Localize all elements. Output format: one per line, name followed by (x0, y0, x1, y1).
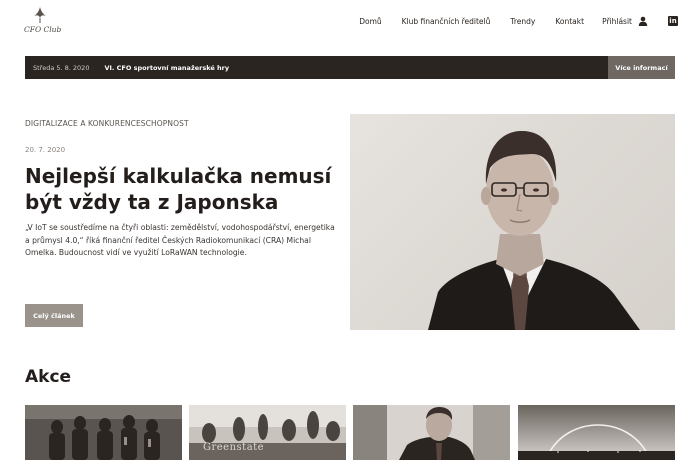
full-article-button[interactable]: Celý článek (25, 304, 83, 327)
nav-login[interactable]: Přihlásit (602, 17, 632, 26)
speaker-image (353, 405, 510, 460)
event-date: Středa 5. 8. 2020 (33, 63, 90, 72)
article-title[interactable]: Nejlepší kalkulačka nemusí být vždy ta z… (25, 163, 335, 215)
event-title[interactable]: VI. CFO sportovní manažerské hry (104, 64, 229, 72)
article-excerpt: „V IoT se soustředíme na čtyři oblasti: … (25, 223, 335, 258)
article-date: 20. 7. 2020 (25, 146, 66, 154)
nav-trends[interactable]: Trendy (510, 17, 535, 26)
events-heading: Akce (25, 367, 72, 387)
bird-icon (34, 7, 46, 23)
linkedin-icon[interactable]: in (668, 16, 678, 26)
event-card-speaker[interactable] (353, 405, 510, 460)
event-card-football[interactable] (25, 405, 182, 460)
event-bar: Středa 5. 8. 2020 VI. CFO sportovní mana… (25, 56, 675, 79)
event-card-stadium[interactable] (518, 405, 675, 460)
nav-contact[interactable]: Kontakt (555, 17, 584, 26)
event-card-greenstate[interactable]: Greenstate (189, 405, 346, 460)
stadium-image (518, 405, 675, 460)
greenstate-sign: Greenstate (203, 442, 265, 453)
cfo-club-logo[interactable]: CFO Club (24, 6, 61, 34)
nav-home[interactable]: Domů (359, 17, 381, 26)
login-link[interactable]: Přihlásit (602, 16, 648, 26)
user-icon[interactable] (638, 16, 648, 26)
article-category[interactable]: DIGITALIZACE A KONKURENCESCHOPNOST (25, 119, 189, 128)
logo-text: CFO Club (24, 25, 62, 34)
main-nav: Domů Klub finančních ředitelů Trendy Kon… (359, 14, 678, 28)
article-photo[interactable] (350, 114, 675, 330)
events-list: Greenstate (25, 405, 675, 460)
football-team-image (25, 405, 182, 460)
portrait-image (428, 130, 640, 330)
nav-cfo-club[interactable]: Klub finančních ředitelů (402, 17, 491, 26)
more-info-button[interactable]: Více informací (608, 56, 675, 79)
